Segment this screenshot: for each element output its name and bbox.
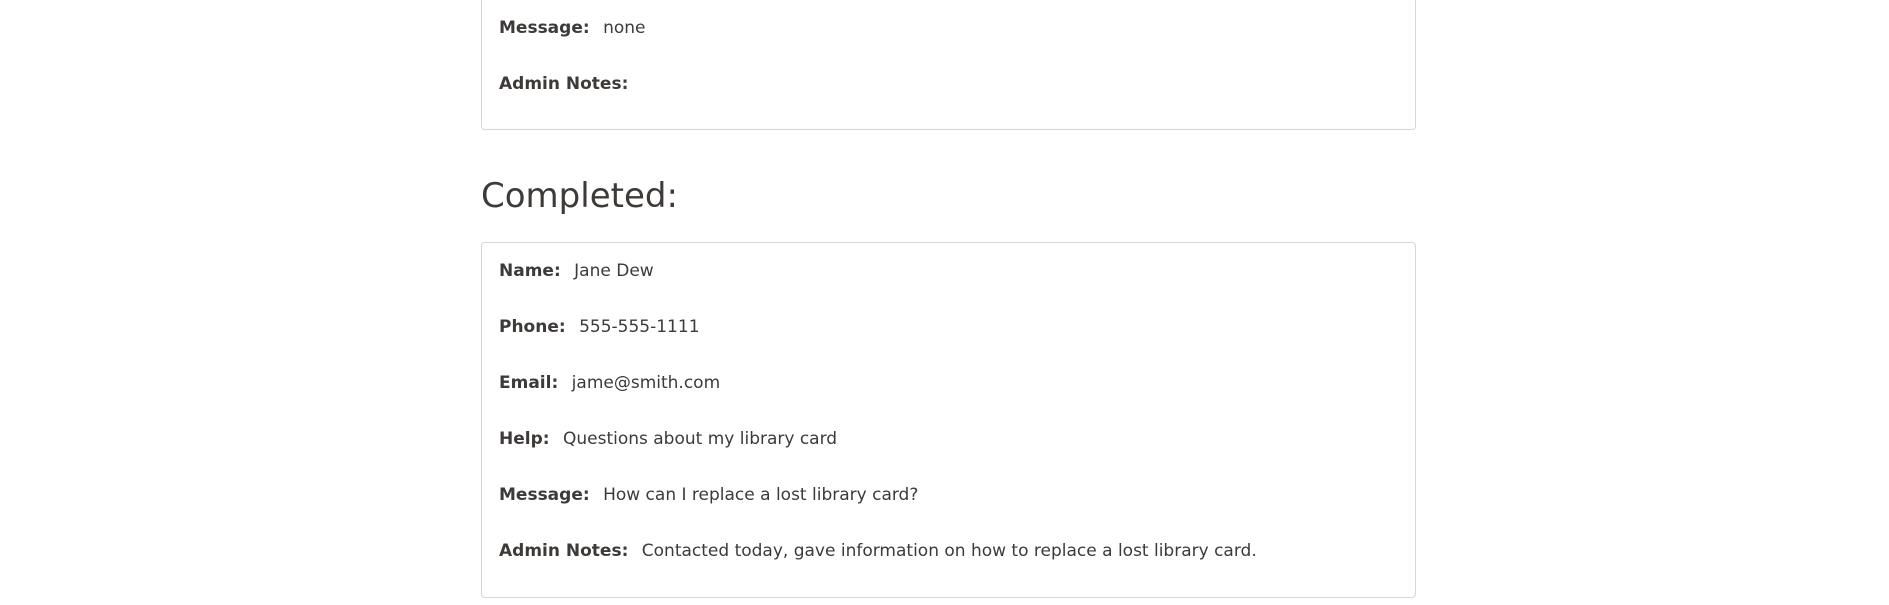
phone-row: Phone: 555-555-1111 bbox=[499, 315, 1398, 371]
admin-notes-label: Admin Notes: bbox=[499, 541, 629, 561]
email-value: jame@smith.com bbox=[571, 373, 721, 393]
admin-notes-label: Admin Notes: bbox=[499, 74, 629, 94]
request-card-completed: Name: Jane Dew Phone: 555-555-1111 Email… bbox=[481, 242, 1416, 598]
name-value: Jane Dew bbox=[574, 261, 654, 281]
message-value: How can I replace a lost library card? bbox=[603, 485, 919, 505]
admin-notes-value: Contacted today, gave information on how… bbox=[641, 541, 1257, 561]
name-label: Name: bbox=[499, 261, 561, 281]
request-card-previous: Message: none Admin Notes: bbox=[481, 0, 1416, 130]
email-row: Email: jame@smith.com bbox=[499, 371, 1398, 427]
admin-notes-row: Admin Notes: Contacted today, gave infor… bbox=[499, 539, 1398, 595]
name-row: Name: Jane Dew bbox=[499, 259, 1398, 315]
page-content: Message: none Admin Notes: Completed: Na… bbox=[481, 0, 1416, 598]
message-label: Message: bbox=[499, 485, 590, 505]
help-row: Help: Questions about my library card bbox=[499, 427, 1398, 483]
message-row: Message: How can I replace a lost librar… bbox=[499, 483, 1398, 539]
message-row: Message: none bbox=[499, 16, 1398, 72]
help-label: Help: bbox=[499, 429, 550, 449]
email-label: Email: bbox=[499, 373, 559, 393]
completed-heading: Completed: bbox=[481, 176, 678, 216]
admin-notes-row: Admin Notes: bbox=[499, 72, 1398, 128]
message-value: none bbox=[603, 18, 646, 38]
message-label: Message: bbox=[499, 18, 590, 38]
phone-label: Phone: bbox=[499, 317, 566, 337]
help-value: Questions about my library card bbox=[562, 429, 838, 449]
phone-value: 555-555-1111 bbox=[579, 317, 700, 337]
